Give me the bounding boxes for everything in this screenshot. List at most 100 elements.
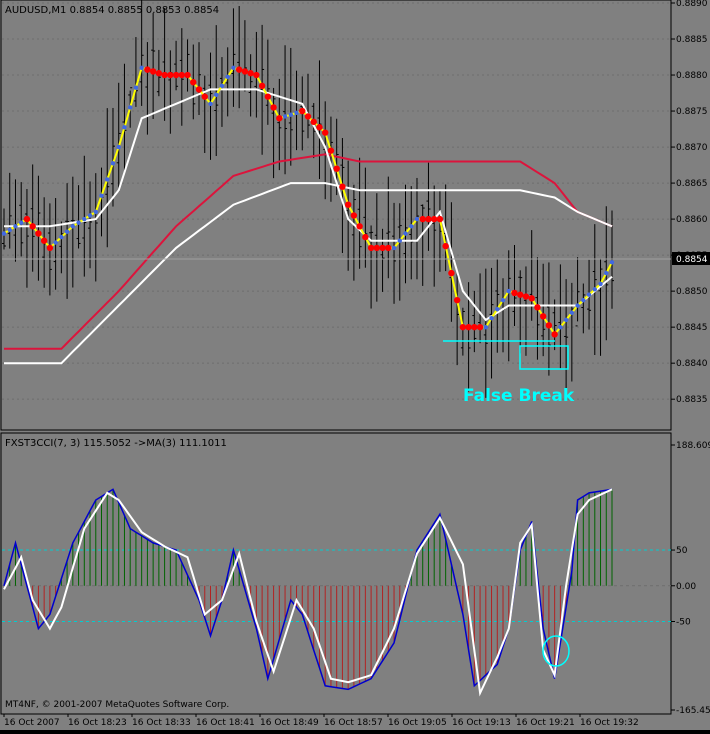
time-tick-label: 16 Oct 19:21 [516,718,575,728]
signal-dot-down [201,93,208,100]
false-break-annotation: False Break [463,386,575,406]
price-tick-label: 0.8860 [676,215,708,225]
price-tick-label: 0.8890 [676,0,708,9]
signal-dot-up [133,85,139,90]
signal-dot-down [471,323,478,331]
signal-dot-up [76,220,81,225]
signal-dot-down [356,223,363,230]
signal-dot-up [127,105,133,110]
indicator-tick-label: -50 [676,618,691,628]
signal-dot-down [528,295,535,302]
signal-dot-down [35,230,42,237]
price-panel-header: AUDUSD,M1 0.8854 0.8855 0.8853 0.8854 [5,5,219,16]
signal-dot-down [545,322,553,329]
signal-dot-up [604,270,609,276]
signal-dot-up [609,260,615,265]
signal-dot-down [46,244,54,252]
signal-dot-up [53,240,58,245]
signal-dot-down [534,304,541,311]
signal-dot-down [339,183,346,190]
signal-dot-down [299,107,306,115]
signal-dot-up [414,216,420,222]
signal-dot-down [161,71,168,79]
signal-dot-down [551,331,558,338]
signal-dot-up [592,287,597,292]
signal-dot-down [344,201,352,208]
signal-dot-down [362,233,369,241]
signal-dot-up [581,297,586,303]
signal-dot-down [235,66,243,73]
signal-dot-down [276,115,283,122]
signal-dot-down [258,82,266,90]
price-tick-label: 0.8885 [676,35,708,45]
signal-dot-up [93,209,98,215]
signal-dot-up [391,245,397,251]
signal-dot-up [586,292,592,297]
signal-dot-up [500,297,506,303]
signal-dot-up [19,220,24,225]
signal-dot-up [110,161,116,166]
signal-dot-down [442,242,449,250]
indicator-tick-label: -165.4556 [676,706,710,716]
signal-dot-up [13,224,18,229]
signal-dot-up [139,65,144,71]
signal-dot-down [172,71,180,79]
indicator-tick-label: 0.00 [676,582,696,592]
price-tick-label: 0.8875 [676,107,708,117]
signal-dot-up [105,177,110,182]
price-tick-label: 0.8835 [676,395,708,405]
signal-dot-down [379,244,386,252]
signal-dot-down [247,70,254,77]
signal-dot-down [327,147,335,154]
signal-dot-down [425,215,432,223]
signal-dot-down [419,215,426,223]
signal-dot-down [511,289,518,297]
signal-dot-down [195,86,203,93]
time-tick-label: 16 Oct 19:05 [388,718,447,728]
signal-dot-down [430,215,438,223]
price-tick-label: 0.8870 [676,143,708,153]
signal-dot-up [208,101,213,107]
signal-dot-up [575,303,580,308]
signal-dot-up [397,238,402,243]
signal-dot-down [448,269,455,277]
signal-dot-up [294,110,299,116]
signal-dot-down [253,71,260,79]
time-tick-label: 16 Oct 18:57 [324,718,383,728]
chart-window: 0.8890 0.8885 0.8880 0.8875 0.8870 0.8865 0.88… [0,0,710,730]
time-tick-label: 16 Oct 18:41 [196,718,255,728]
signal-dot-up [122,125,127,130]
signal-dot-down [517,291,524,298]
signal-dot-up [225,74,230,80]
chart-background [0,0,710,730]
price-tick-label: 0.8840 [676,359,708,369]
signal-dot-down [40,237,48,244]
signal-dot-down [459,323,467,331]
indicator-tick-label: 50 [676,546,688,556]
signal-dot-down [476,323,484,331]
signal-dot-up [59,234,64,240]
signal-dot-down [241,68,249,75]
signal-dot-down [155,70,163,77]
price-tick-label: 0.8880 [676,71,708,81]
signal-dot-down [264,93,272,100]
chart-canvas: 0.8890 0.8885 0.8880 0.8875 0.8870 0.8865 0.88… [0,0,710,730]
time-tick-label: 16 Oct 2007 [4,718,60,728]
signal-dot-up [495,306,500,312]
signal-dot-down [144,66,151,73]
signal-dot-down [29,223,36,230]
signal-dot-down [178,71,186,79]
signal-dot-down [333,165,340,172]
signal-dot-up [489,315,494,321]
signal-dot-down [322,129,329,136]
signal-dot-up [214,92,219,98]
signal-dot-up [231,65,236,71]
signal-dot-up [99,193,104,198]
signal-dot-down [149,68,157,75]
signal-dot-down [436,215,444,223]
indicator-panel-header: FXST3CCI(7, 3) 115.5052 ->MA(3) 111.1011 [5,438,227,449]
signal-dot-up [1,231,7,236]
signal-dot-down [304,113,312,120]
copyright-text: MT4NF, © 2001-2007 MetaQuotes Software C… [5,700,229,710]
signal-dot-down [190,79,197,86]
